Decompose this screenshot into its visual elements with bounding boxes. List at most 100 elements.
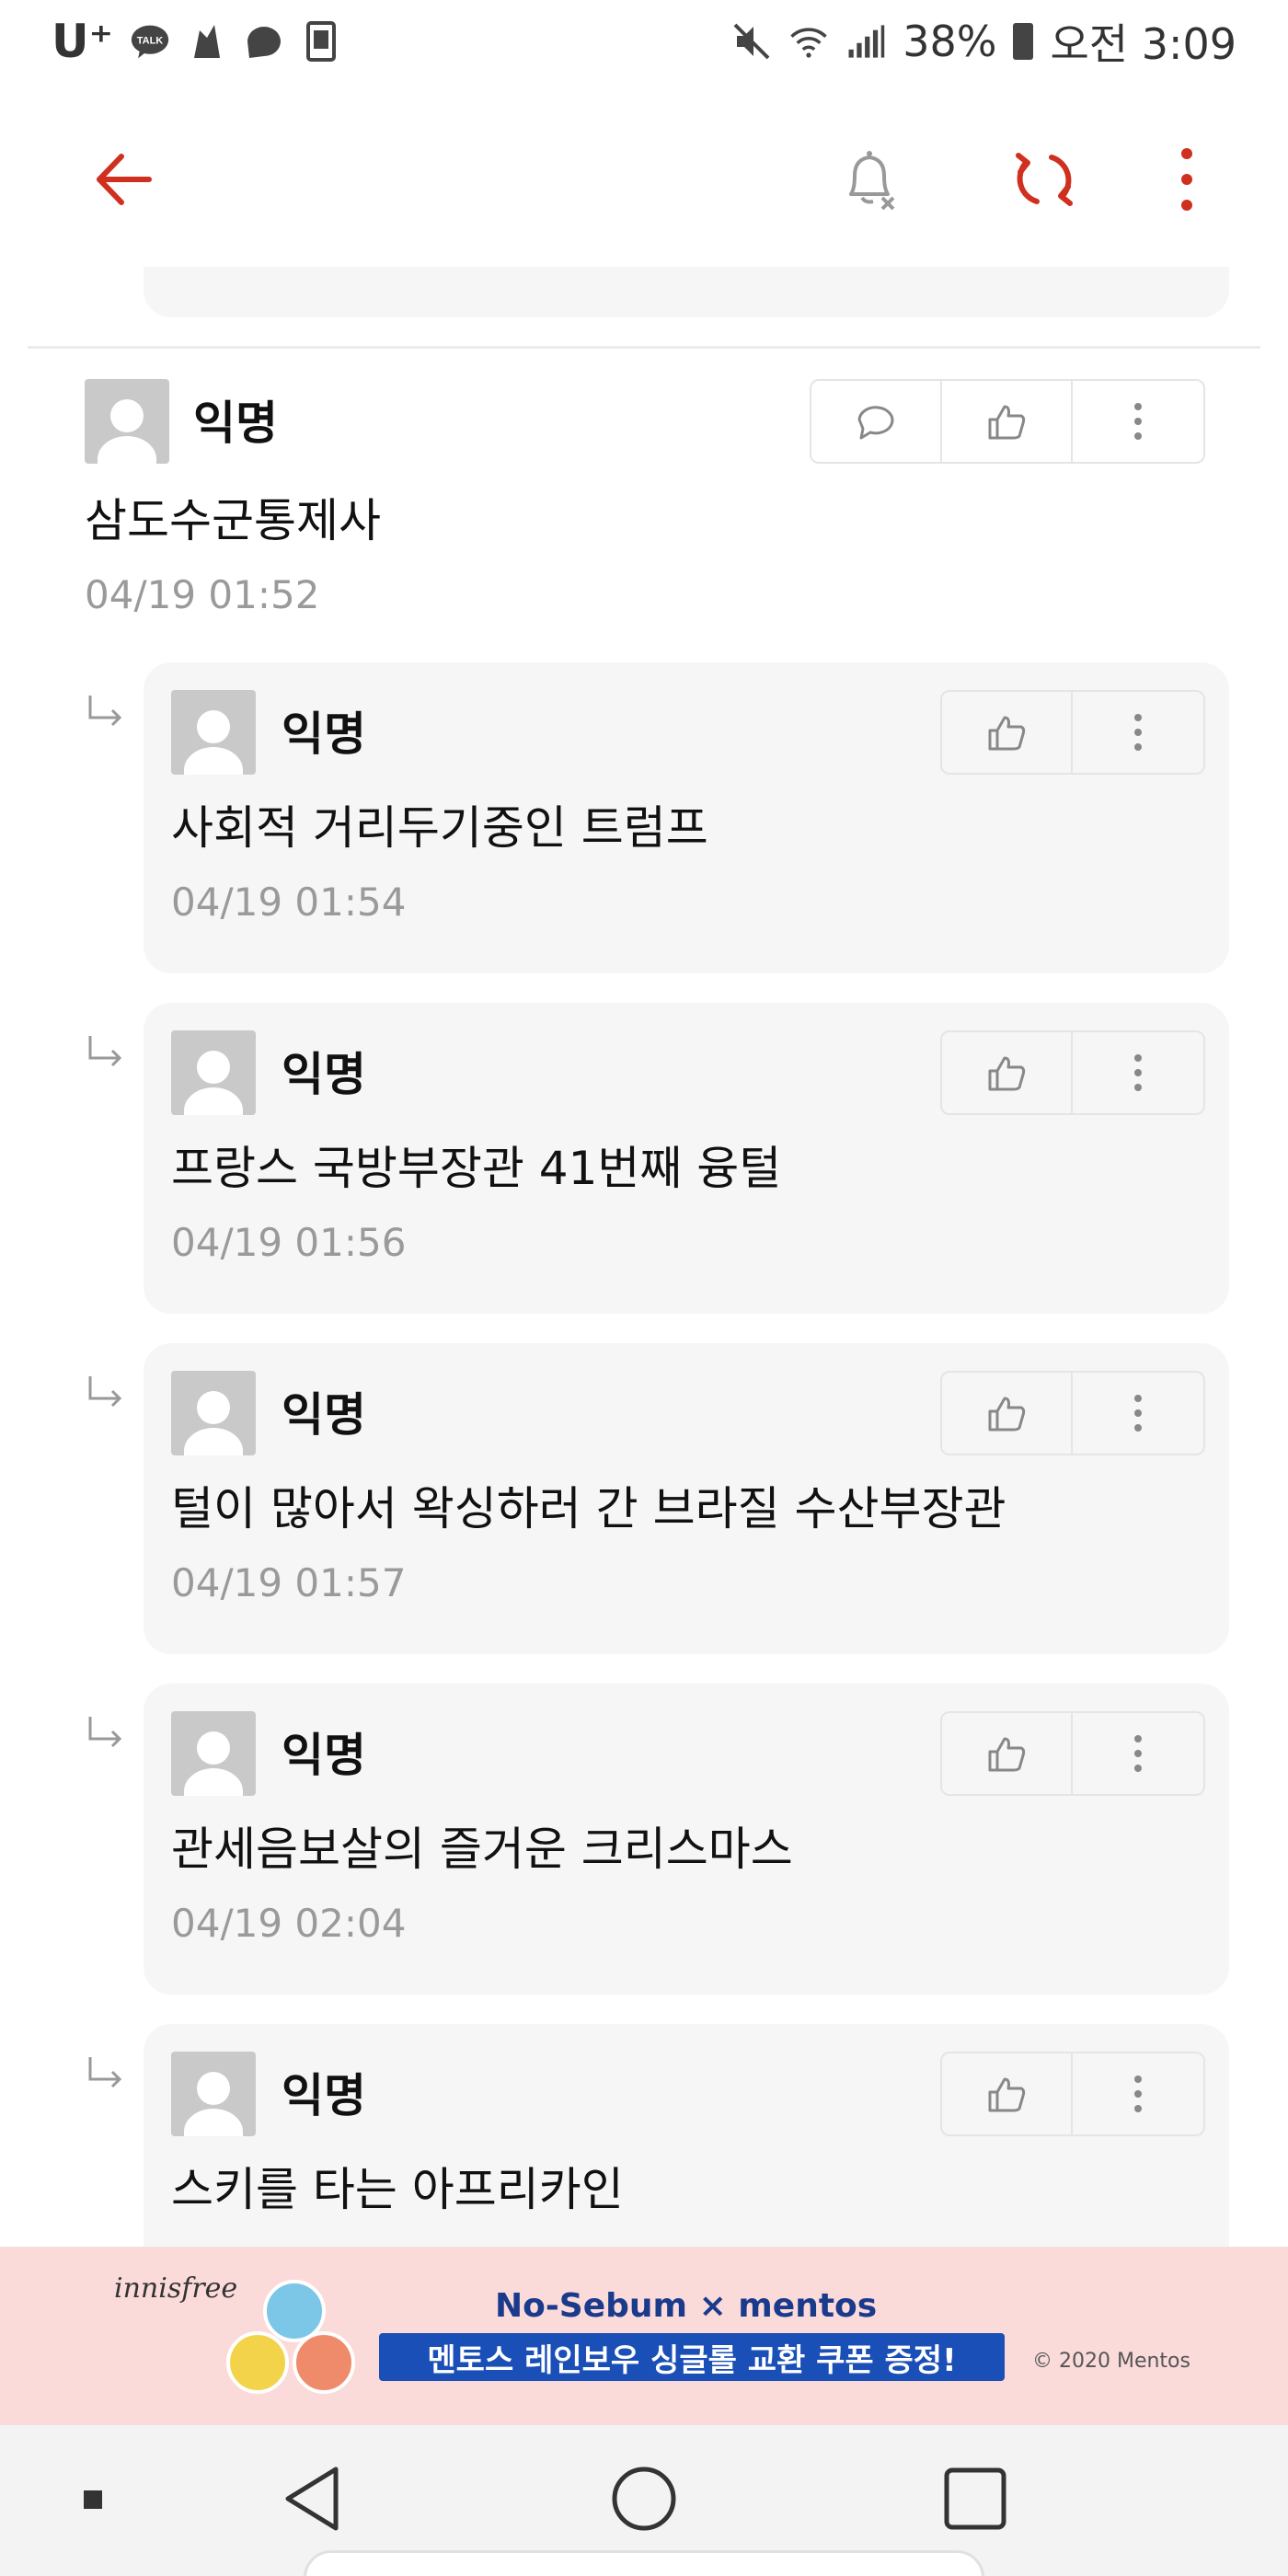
reply-actions: [940, 690, 1205, 775]
reply-text: 털이 많아서 왁싱하러 간 브라질 수산부장관: [171, 1482, 1006, 1535]
wifi-icon: [788, 21, 829, 62]
reply-time: 04/19 01:54: [171, 880, 407, 925]
reply-more-button[interactable]: [1073, 2053, 1203, 2134]
more-vertical-icon: [1134, 2076, 1142, 2112]
back-arrow-icon: [97, 154, 152, 205]
overview-square-icon: [944, 2467, 1006, 2530]
home-circle-icon: [612, 2467, 676, 2531]
ad-copyright: © 2020 Mentos: [1032, 2350, 1190, 2373]
kakaotalk-icon: TALK: [130, 21, 170, 62]
avatar: [171, 1030, 256, 1115]
avatar: [171, 690, 256, 775]
reply-indent-arrow-icon: [88, 1376, 122, 1408]
like-button[interactable]: [942, 1373, 1073, 1454]
nav-overview-button[interactable]: [929, 2453, 1021, 2545]
reply-text: 관세음보살의 즐거운 크리스마스: [171, 1823, 793, 1876]
reply-card: 익명털이 많아서 왁싱하러 간 브라질 수산부장관 04/19 01:57: [144, 1343, 1229, 1654]
reply-author: 익명: [282, 1729, 366, 1782]
signal-icon: [845, 21, 886, 62]
reply-actions: [940, 1030, 1205, 1115]
reply-time: 04/19 01:56: [171, 1220, 407, 1265]
like-button[interactable]: [942, 1032, 1073, 1113]
like-button[interactable]: [942, 1713, 1073, 1794]
avatar: [85, 379, 169, 464]
nav-recents-small-button[interactable]: [46, 2453, 138, 2545]
thumbs-up-icon: [988, 405, 1026, 440]
app-icon: [187, 21, 227, 62]
back-button[interactable]: [74, 129, 175, 230]
reply-time: 04/19 02:04: [171, 1901, 407, 1946]
thumbs-up-icon: [988, 2077, 1026, 2112]
status-right: 38% 오전 3:09: [731, 11, 1236, 72]
clock: 오전 3:09: [1050, 19, 1236, 69]
avatar: [171, 1371, 256, 1455]
avatar: [171, 2052, 256, 2136]
notification-toggle-button[interactable]: [819, 129, 920, 230]
battery-percent: 38%: [903, 17, 997, 66]
like-button[interactable]: [942, 2053, 1073, 2134]
gesture-handle[interactable]: [304, 2550, 984, 2576]
like-button[interactable]: [942, 692, 1073, 773]
avatar: [171, 1711, 256, 1796]
reply-more-button[interactable]: [1073, 692, 1203, 773]
reply-text: 프랑스 국방부장관 41번째 융털: [171, 1142, 782, 1195]
thumbs-up-icon: [988, 716, 1026, 751]
comment-more-button[interactable]: [1073, 381, 1203, 462]
reply-card: 익명관세음보살의 즐거운 크리스마스 04/19 02:04: [144, 1684, 1229, 1995]
reply-card: 익명프랑스 국방부장관 41번째 융털 04/19 01:56: [144, 1003, 1229, 1314]
candy-roll-image: [226, 2331, 289, 2394]
refresh-button[interactable]: [994, 129, 1095, 230]
like-button[interactable]: [942, 381, 1073, 462]
refresh-icon: [1016, 153, 1073, 206]
thumbs-up-icon: [988, 1397, 1026, 1432]
ad-brand: innisfree: [114, 2272, 238, 2305]
ad-promo: 멘토스 레인보우 싱글롤 교환 쿠폰 증정!: [379, 2333, 1005, 2381]
nav-home-button[interactable]: [598, 2453, 690, 2545]
reply-time: 04/19 01:57: [171, 1560, 407, 1605]
comment-text: 삼도수군통제사: [85, 494, 381, 547]
thumbs-up-icon: [988, 1056, 1026, 1091]
status-left: U⁺ TALK: [52, 15, 341, 68]
comment-time: 04/19 01:52: [85, 572, 320, 617]
more-vertical-icon: [1134, 714, 1142, 751]
speech-bubble-icon: [857, 406, 894, 440]
reply-button[interactable]: [811, 381, 942, 462]
reply-indent-arrow-icon: [88, 696, 122, 727]
battery-icon: [1013, 23, 1034, 60]
reply-text: 사회적 거리두기중인 트럼프: [171, 801, 708, 855]
previous-card-bottom: [144, 267, 1229, 317]
status-bar: U⁺ TALK 38% 오전 3:09: [0, 0, 1288, 83]
reply-text: 스키를 타는 아프리카인: [171, 2163, 624, 2216]
app-bar: [0, 120, 1288, 248]
reply-card: 익명사회적 거리두기중인 트럼프 04/19 01:54: [144, 662, 1229, 973]
reply-more-button[interactable]: [1073, 1373, 1203, 1454]
reply-author: 익명: [282, 2069, 366, 2122]
comment-actions: [810, 379, 1205, 464]
screen: U⁺ TALK 38% 오전 3:09 익명 삼도수군통제사 04/19 01:…: [0, 0, 1288, 2576]
thumbs-up-icon: [988, 1737, 1026, 1772]
nav-back-button[interactable]: [267, 2453, 359, 2545]
reply-author: 익명: [282, 707, 366, 761]
candy-roll-image: [293, 2331, 355, 2394]
reply-indent-arrow-icon: [88, 1036, 122, 1067]
reply-actions: [940, 1371, 1205, 1455]
comment-author: 익명: [193, 397, 278, 450]
chat-bubble-icon: [244, 21, 284, 62]
divider: [28, 346, 1260, 349]
reply-more-button[interactable]: [1073, 1032, 1203, 1113]
more-vertical-icon: [1181, 148, 1192, 211]
reply-more-button[interactable]: [1073, 1713, 1203, 1794]
screenshot-icon: [301, 21, 341, 62]
reply-actions: [940, 2052, 1205, 2136]
reply-author: 익명: [282, 1048, 366, 1101]
more-options-button[interactable]: [1136, 129, 1237, 230]
back-triangle-icon: [285, 2467, 339, 2531]
carrier-label: U⁺: [52, 15, 113, 68]
more-vertical-icon: [1134, 403, 1142, 440]
mute-icon: [731, 21, 772, 62]
bell-off-icon: [849, 151, 895, 211]
recents-square-small-icon: [84, 2490, 102, 2509]
ad-banner[interactable]: innisfree No-Sebum × mentos 멘토스 레인보우 싱글롤…: [0, 2247, 1288, 2425]
reply-author: 익명: [282, 1388, 366, 1442]
more-vertical-icon: [1134, 1735, 1142, 1772]
